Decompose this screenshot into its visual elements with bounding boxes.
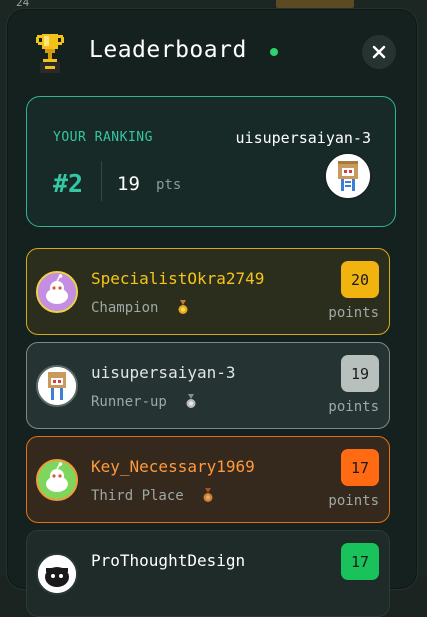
entry-subtitle: Third Place: [91, 488, 214, 507]
leaderboard-entry[interactable]: Key_Necessary1969 Third Place 17 points: [26, 436, 390, 523]
entry-name: uisupersaiyan-3: [91, 363, 236, 382]
entry-name: SpecialistOkra2749: [91, 269, 265, 288]
entry-subtitle: Runner-up: [91, 394, 197, 413]
leaderboard-entry[interactable]: SpecialistOkra2749 Champion 20 points: [26, 248, 390, 335]
gold-medal-icon: [177, 300, 189, 319]
entry-score-badge: 17: [341, 449, 379, 486]
your-ranking-label: YOUR RANKING: [53, 130, 153, 145]
your-ranking-card: YOUR RANKING uisupersaiyan-3 #2 19 pts: [26, 96, 396, 227]
entry-avatar: [36, 271, 78, 313]
your-avatar[interactable]: [324, 152, 372, 200]
entry-rank-title: Champion: [91, 300, 159, 316]
entry-score-badge: 19: [341, 355, 379, 392]
close-button[interactable]: [362, 35, 396, 69]
your-rank-value: #2: [53, 169, 84, 198]
close-icon: [372, 45, 386, 59]
entry-points-label: points: [328, 493, 379, 509]
entry-avatar: [36, 365, 78, 407]
entry-rank-title: Third Place: [91, 488, 184, 504]
entry-points-label: points: [328, 399, 379, 415]
background-decoration: [276, 0, 354, 8]
bronze-medal-icon: [202, 488, 214, 507]
silver-medal-icon: [185, 394, 197, 413]
leaderboard-entry[interactable]: ProThoughtDesign 17: [26, 530, 390, 617]
entry-rank-title: Runner-up: [91, 394, 167, 410]
entry-points-label: points: [328, 305, 379, 321]
ranking-divider: [101, 161, 102, 201]
entry-subtitle: Champion: [91, 300, 189, 319]
leaderboard-header: Leaderboard: [7, 9, 417, 93]
entry-score-badge: 20: [341, 261, 379, 298]
entry-avatar: [36, 553, 78, 595]
leaderboard-entry[interactable]: uisupersaiyan-3 Runner-up 19 points: [26, 342, 390, 429]
your-points-unit: pts: [156, 177, 182, 193]
live-indicator-dot: [270, 48, 278, 56]
entry-avatar: [36, 459, 78, 501]
leaderboard-title: Leaderboard: [89, 37, 247, 63]
entry-name: ProThoughtDesign: [91, 551, 246, 570]
entry-name: Key_Necessary1969: [91, 457, 255, 476]
your-points-value: 19: [117, 173, 140, 195]
entry-score-badge: 17: [341, 543, 379, 580]
leaderboard-panel: Leaderboard YOUR RANKING uisupersaiyan-3…: [6, 8, 418, 617]
trophy-icon: [33, 31, 67, 75]
your-ranking-username: uisupersaiyan-3: [235, 129, 371, 147]
